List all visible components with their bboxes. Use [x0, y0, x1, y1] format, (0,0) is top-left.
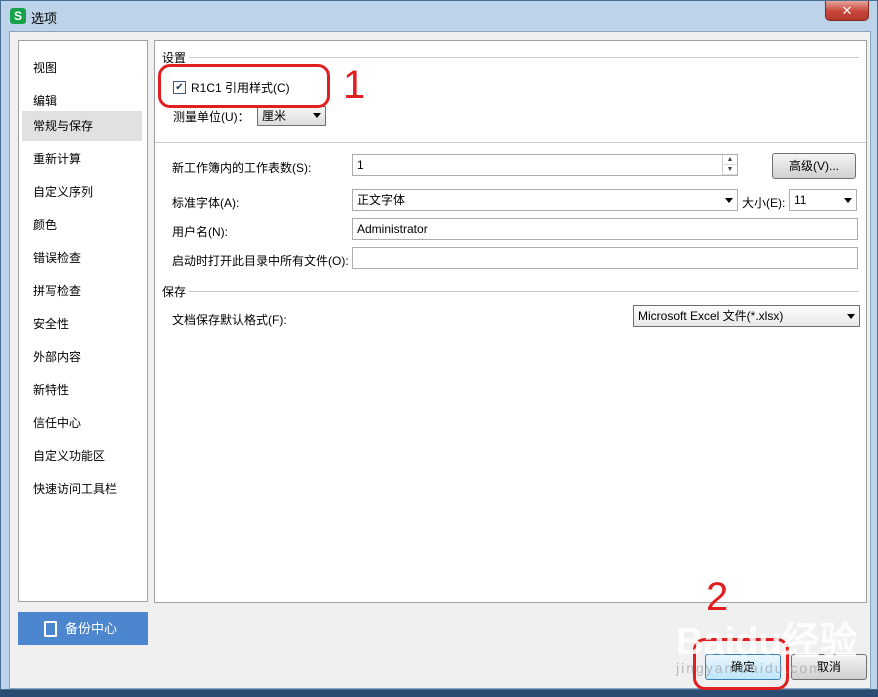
default-format-label: 文档保存默认格式(F): — [172, 313, 287, 327]
default-format-value: Microsoft Excel 文件(*.xlsx) — [638, 309, 784, 323]
sidebar-item-customize-ribbon[interactable]: 自定义功能区 — [33, 441, 105, 471]
settings-panel: 设置 ✔ R1C1 引用样式(C) 测量单位(U)： 厘米 新工作簿内的工作表数… — [154, 40, 867, 603]
sidebar-item-new-features[interactable]: 新特性 — [33, 375, 69, 405]
save-group-label: 保存 — [162, 285, 187, 299]
chevron-down-icon — [844, 198, 852, 203]
baidu-logo-watermark: Baidu经验 — [676, 621, 858, 663]
username-label: 用户名(N): — [172, 225, 228, 239]
sidebar-item-recalculate[interactable]: 重新计算 — [33, 144, 81, 174]
annotation-step-1: 1 — [343, 63, 366, 107]
sidebar-item-security[interactable]: 安全性 — [33, 309, 69, 339]
size-select[interactable]: 11 — [789, 189, 857, 211]
sheet-count-value: 1 — [357, 158, 364, 172]
dialog-title: 选项 — [31, 11, 58, 26]
sidebar-item-external-content[interactable]: 外部内容 — [33, 342, 81, 372]
startup-folder-label: 启动时打开此目录中所有文件(O): — [172, 254, 349, 268]
save-divider — [189, 291, 859, 292]
dialog-body: 视图 编辑 常规与保存 重新计算 自定义序列 颜色 错误检查 拼写检查 安全性 … — [9, 31, 871, 689]
font-select[interactable]: 正文字体 — [352, 189, 738, 211]
sheet-count-input[interactable]: 1 ▲ ▼ — [352, 154, 738, 176]
chevron-down-icon — [847, 314, 855, 319]
options-dialog: S 选项 ✕ 视图 编辑 常规与保存 重新计算 自定义序列 颜色 错误检查 拼写… — [0, 0, 878, 690]
sidebar-item-general-save[interactable]: 常规与保存 — [22, 111, 142, 141]
watermark-url: jingyan.baidu.com — [676, 660, 823, 676]
size-label: 大小(E): — [742, 196, 786, 210]
backup-center-button[interactable]: 备份中心 — [18, 612, 148, 645]
font-value: 正文字体 — [357, 193, 406, 207]
sidebar-item-spell-check[interactable]: 拼写检查 — [33, 276, 81, 306]
sidebar-item-view[interactable]: 视图 — [33, 53, 57, 83]
backup-icon — [44, 621, 57, 637]
chevron-down-icon — [313, 113, 321, 118]
sidebar-item-quick-access-toolbar[interactable]: 快速访问工具栏 — [33, 474, 117, 504]
startup-folder-input[interactable] — [352, 247, 858, 269]
sidebar-item-error-check[interactable]: 错误检查 — [33, 243, 81, 273]
spin-up-icon[interactable]: ▲ — [723, 155, 737, 165]
title-bar: S 选项 ✕ — [1, 1, 877, 31]
username-input[interactable]: Administrator — [352, 218, 858, 240]
username-value: Administrator — [357, 222, 428, 236]
category-list[interactable]: 视图 编辑 常规与保存 重新计算 自定义序列 颜色 错误检查 拼写检查 安全性 … — [18, 40, 148, 602]
sidebar-item-trust-center[interactable]: 信任中心 — [33, 408, 81, 438]
sheet-count-label: 新工作簿内的工作表数(S): — [172, 161, 312, 175]
close-button[interactable]: ✕ — [825, 1, 869, 21]
sidebar-item-color[interactable]: 颜色 — [33, 210, 57, 240]
font-label: 标准字体(A): — [172, 196, 240, 210]
spin-down-icon[interactable]: ▼ — [723, 165, 737, 175]
unit-label: 测量单位(U)： — [173, 110, 250, 124]
annotation-highlight-r1c1 — [158, 64, 330, 108]
sheet-count-spinner[interactable]: ▲ ▼ — [722, 155, 737, 175]
unit-value: 厘米 — [262, 109, 287, 123]
backup-center-label: 备份中心 — [65, 621, 118, 636]
taskbar — [0, 690, 878, 697]
sidebar-item-custom-lists[interactable]: 自定义序列 — [33, 177, 93, 207]
unit-select[interactable]: 厘米 — [257, 106, 326, 126]
settings-divider — [189, 57, 859, 58]
advanced-button[interactable]: 高级(V)... — [772, 153, 856, 179]
size-value: 11 — [794, 193, 807, 207]
wps-spreadsheet-icon: S — [10, 8, 26, 24]
chevron-down-icon — [725, 198, 733, 203]
section-divider — [155, 142, 866, 143]
default-format-select[interactable]: Microsoft Excel 文件(*.xlsx) — [633, 305, 860, 327]
